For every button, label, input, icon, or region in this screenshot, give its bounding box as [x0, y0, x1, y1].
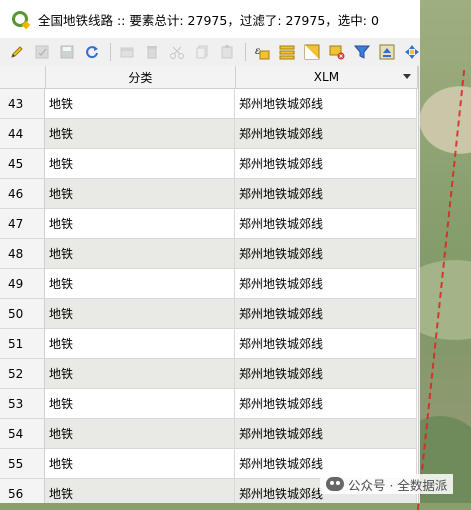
invert-selection-icon[interactable]	[303, 43, 321, 61]
cell-category[interactable]: 地铁	[45, 239, 235, 269]
window-title: 全国地铁线路 :: 要素总计: 27975，过滤了: 27975，选中: 0	[38, 12, 379, 28]
wechat-icon	[326, 477, 344, 491]
table-row[interactable]: 49 地铁 郑州地铁城郊线	[0, 269, 418, 299]
cell-category[interactable]: 地铁	[45, 149, 235, 179]
table-body: 43 地铁 郑州地铁城郊线 44 地铁 郑州地铁城郊线 45 地铁 郑州地铁城郊线 46 地铁 郑州地…	[0, 89, 418, 503]
attribute-table-window: 全国地铁线路 :: 要素总计: 27975，过滤了: 27975，选中: 0 ε…	[0, 0, 420, 503]
row-number[interactable]: 56	[0, 479, 45, 503]
table-header: 分类 XLM	[0, 66, 418, 89]
row-number[interactable]: 46	[0, 179, 45, 209]
row-number[interactable]: 49	[0, 269, 45, 299]
watermark-text: 公众号 · 全数据派	[348, 477, 448, 493]
table-row[interactable]: 54 地铁 郑州地铁城郊线	[0, 419, 418, 449]
pan-to-selection-icon[interactable]	[403, 43, 420, 61]
cell-category[interactable]: 地铁	[45, 449, 235, 479]
cell-category[interactable]: 地铁	[45, 389, 235, 419]
cell-category[interactable]: 地铁	[45, 89, 235, 119]
table-row[interactable]: 47 地铁 郑州地铁城郊线	[0, 209, 418, 239]
table-row[interactable]: 48 地铁 郑州地铁城郊线	[0, 239, 418, 269]
select-all-icon[interactable]	[278, 43, 296, 61]
watermark: 公众号 · 全数据派	[320, 474, 454, 494]
cell-xlm[interactable]: 郑州地铁城郊线	[235, 119, 417, 149]
cell-xlm[interactable]: 郑州地铁城郊线	[235, 329, 417, 359]
refresh-icon[interactable]	[83, 43, 101, 61]
column-header-xlm[interactable]: XLM	[236, 66, 418, 88]
save-edits-icon[interactable]	[33, 43, 51, 61]
attribute-toolbar: ε	[0, 38, 420, 66]
cell-category[interactable]: 地铁	[45, 419, 235, 449]
table-row[interactable]: 53 地铁 郑州地铁城郊线	[0, 389, 418, 419]
cell-xlm[interactable]: 郑州地铁城郊线	[235, 419, 417, 449]
add-feature-icon[interactable]	[118, 43, 136, 61]
attribute-table: 分类 XLM 43 地铁 郑州地铁城郊线 44 地铁 郑州地铁城郊线 45 地铁 郑州地铁城郊线…	[0, 66, 419, 503]
row-number[interactable]: 43	[0, 89, 45, 119]
table-row[interactable]: 52 地铁 郑州地铁城郊线	[0, 359, 418, 389]
row-number[interactable]: 52	[0, 359, 45, 389]
cell-xlm[interactable]: 郑州地铁城郊线	[235, 359, 417, 389]
cell-category[interactable]: 地铁	[45, 269, 235, 299]
row-number[interactable]: 55	[0, 449, 45, 479]
row-number[interactable]: 53	[0, 389, 45, 419]
row-number[interactable]: 50	[0, 299, 45, 329]
toolbar-separator	[245, 43, 246, 61]
expression-select-icon[interactable]: ε	[253, 43, 271, 61]
cell-category[interactable]: 地铁	[45, 119, 235, 149]
row-number[interactable]: 44	[0, 119, 45, 149]
header-corner[interactable]	[0, 66, 46, 88]
row-number[interactable]: 51	[0, 329, 45, 359]
cut-icon[interactable]	[168, 43, 186, 61]
cell-xlm[interactable]: 郑州地铁城郊线	[235, 239, 417, 269]
cell-category[interactable]: 地铁	[45, 329, 235, 359]
cell-category[interactable]: 地铁	[45, 209, 235, 239]
table-row[interactable]: 46 地铁 郑州地铁城郊线	[0, 179, 418, 209]
table-row[interactable]: 51 地铁 郑州地铁城郊线	[0, 329, 418, 359]
disk-icon[interactable]	[58, 43, 76, 61]
delete-feature-icon[interactable]	[143, 43, 161, 61]
table-row[interactable]: 44 地铁 郑州地铁城郊线	[0, 119, 418, 149]
cell-category[interactable]: 地铁	[45, 359, 235, 389]
table-row[interactable]: 43 地铁 郑州地铁城郊线	[0, 89, 418, 119]
row-number[interactable]: 45	[0, 149, 45, 179]
cell-xlm[interactable]: 郑州地铁城郊线	[235, 89, 417, 119]
cell-xlm[interactable]: 郑州地铁城郊线	[235, 299, 417, 329]
row-number[interactable]: 48	[0, 239, 45, 269]
svg-text:ε: ε	[255, 46, 260, 57]
row-number[interactable]: 54	[0, 419, 45, 449]
title-bar: 全国地铁线路 :: 要素总计: 27975，过滤了: 27975，选中: 0	[0, 0, 420, 39]
cell-category[interactable]: 地铁	[45, 299, 235, 329]
table-row[interactable]: 50 地铁 郑州地铁城郊线	[0, 299, 418, 329]
filter-icon[interactable]	[353, 43, 371, 61]
column-header-label: XLM	[313, 70, 340, 84]
move-to-top-icon[interactable]	[378, 43, 396, 61]
cell-xlm[interactable]: 郑州地铁城郊线	[235, 269, 417, 299]
cell-category[interactable]: 地铁	[45, 479, 235, 503]
cell-xlm[interactable]: 郑州地铁城郊线	[235, 389, 417, 419]
table-row[interactable]: 45 地铁 郑州地铁城郊线	[0, 149, 418, 179]
toolbar-separator	[110, 43, 111, 61]
paste-icon[interactable]	[218, 43, 236, 61]
copy-icon[interactable]	[193, 43, 211, 61]
cell-xlm[interactable]: 郑州地铁城郊线	[235, 149, 417, 179]
sort-descending-icon	[403, 74, 411, 79]
column-header-category[interactable]: 分类	[46, 66, 236, 88]
qgis-logo-icon	[12, 11, 28, 27]
pencil-icon[interactable]	[8, 43, 26, 61]
cell-category[interactable]: 地铁	[45, 179, 235, 209]
row-number[interactable]: 47	[0, 209, 45, 239]
deselect-icon[interactable]	[328, 43, 346, 61]
column-header-label: 分类	[128, 70, 153, 85]
cell-xlm[interactable]: 郑州地铁城郊线	[235, 209, 417, 239]
cell-xlm[interactable]: 郑州地铁城郊线	[235, 179, 417, 209]
